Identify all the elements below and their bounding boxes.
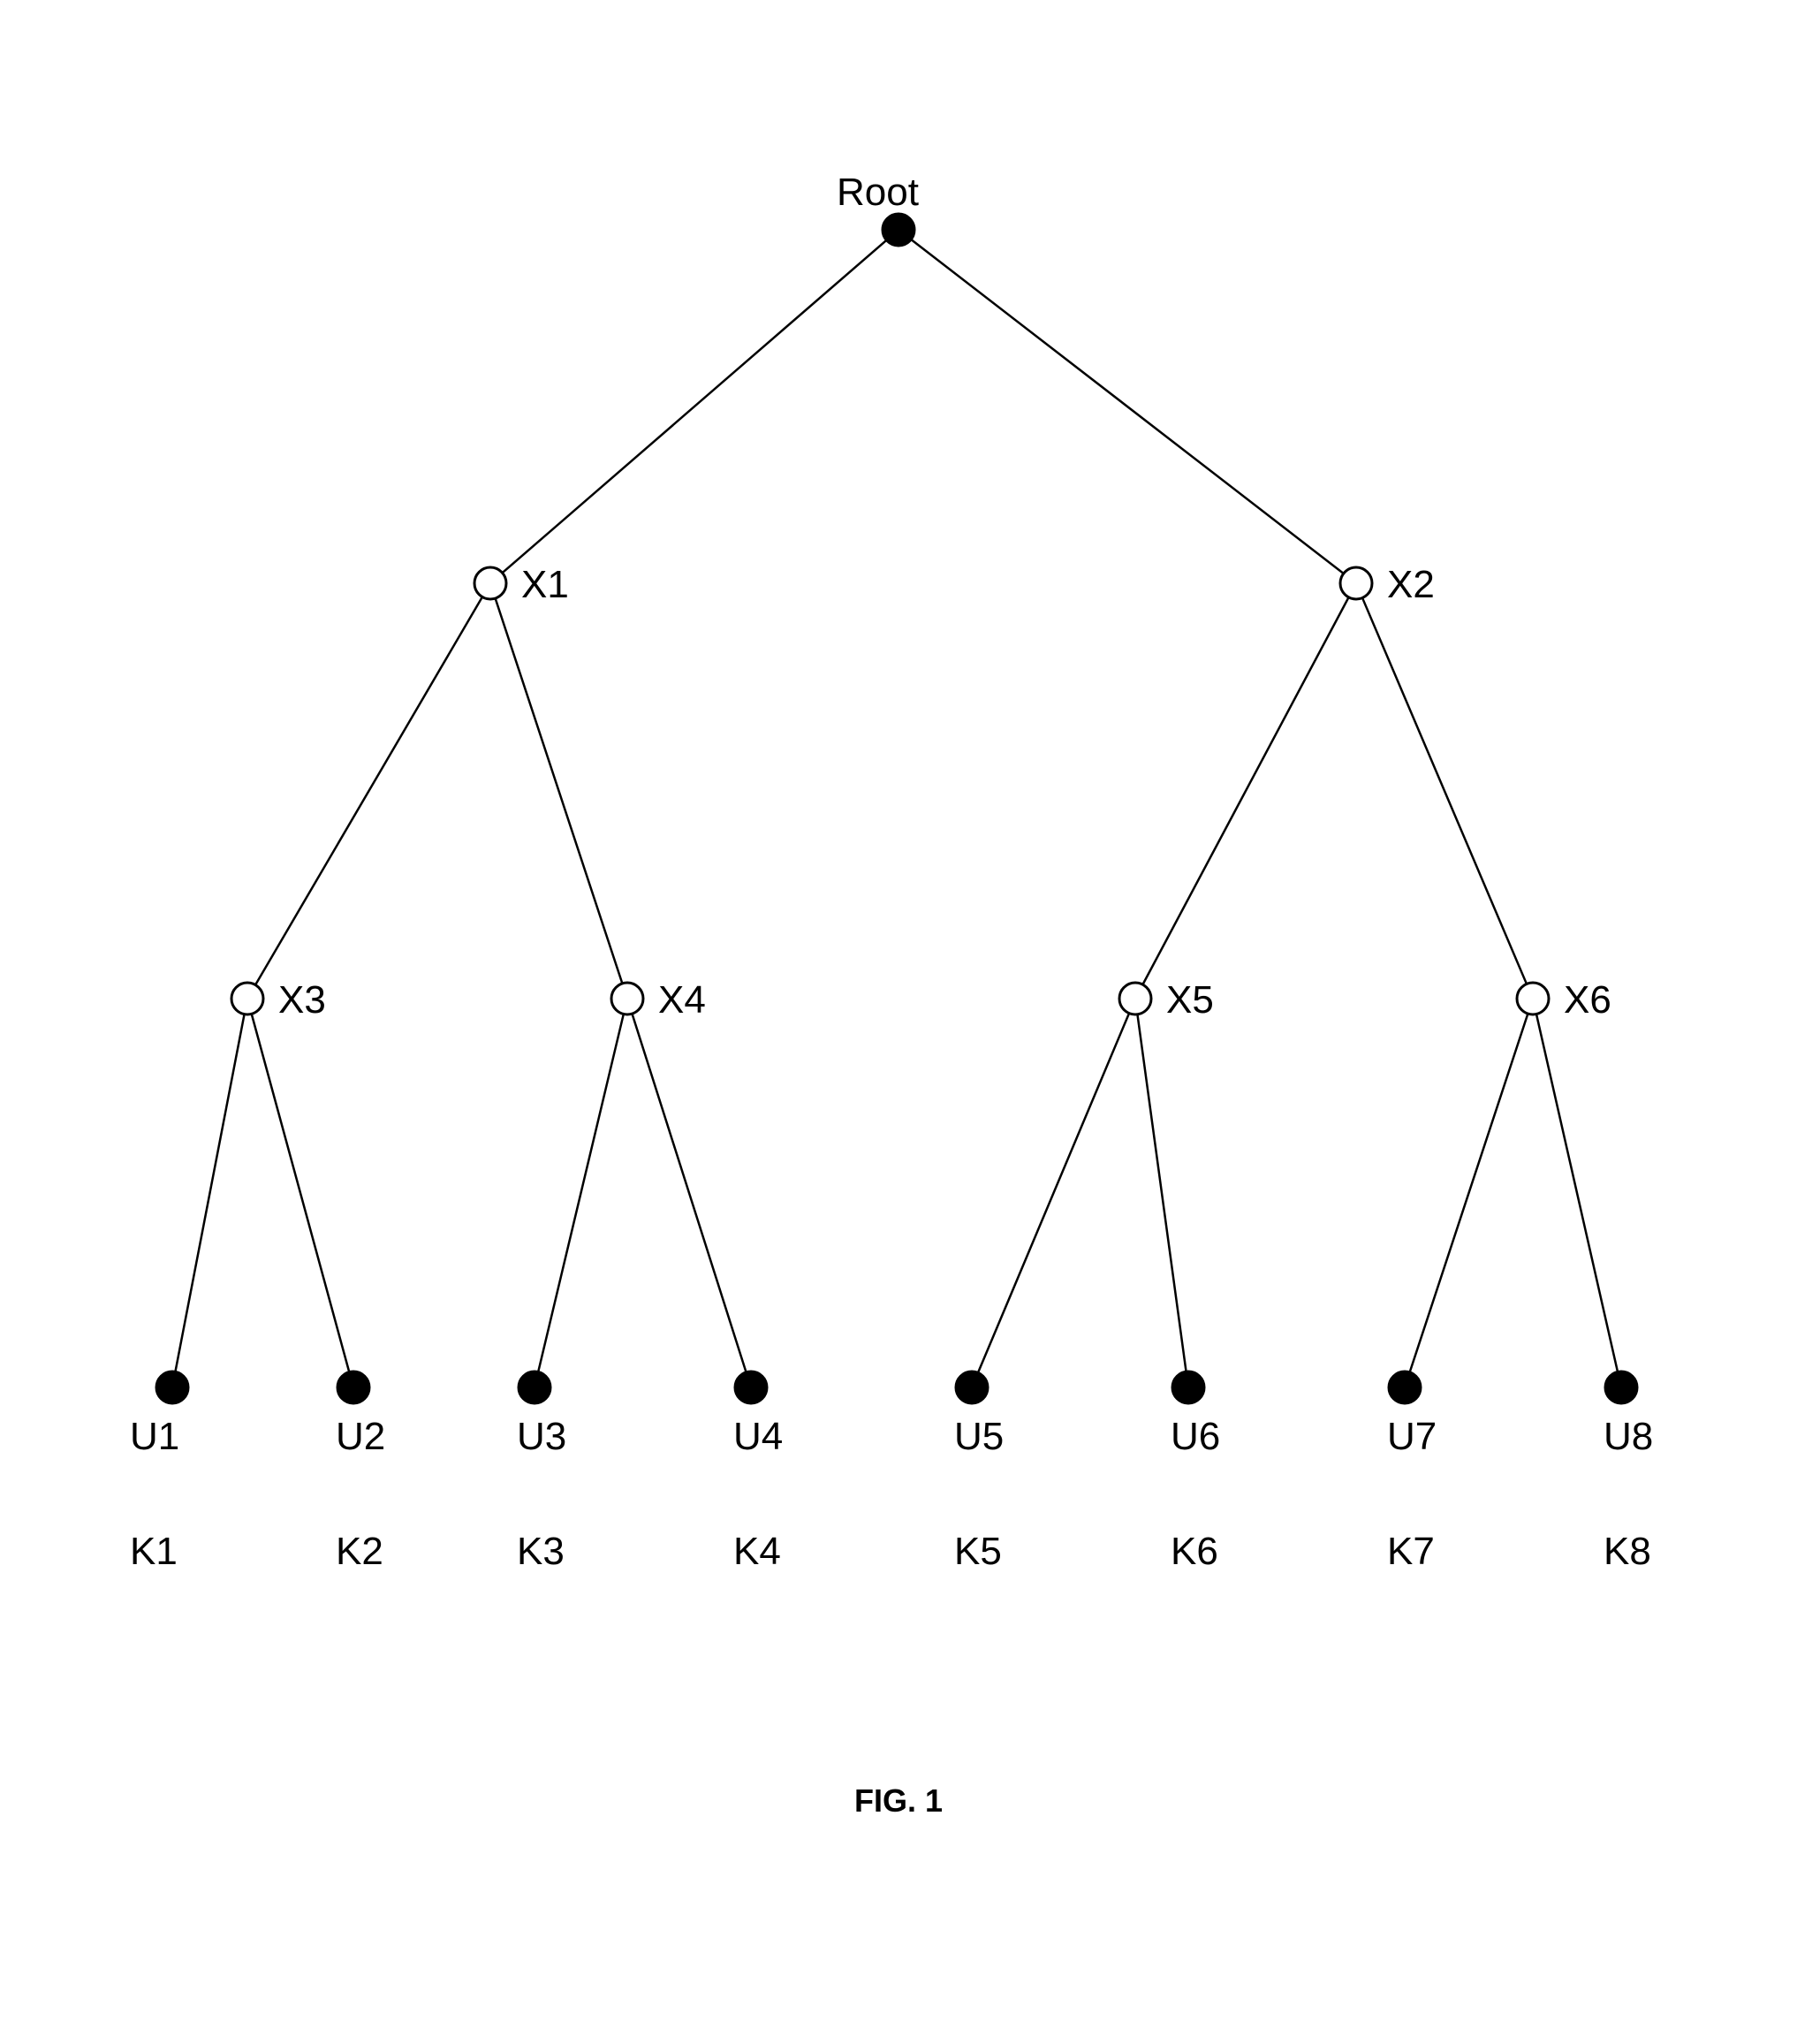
node-u1	[156, 1372, 188, 1403]
label-x1: X1	[521, 563, 569, 606]
edge-x2-x6	[1362, 598, 1527, 984]
node-u2	[337, 1372, 369, 1403]
node-u3	[519, 1372, 550, 1403]
label-u7: U7	[1387, 1415, 1437, 1458]
label-u6: U6	[1171, 1415, 1220, 1458]
label-x4: X4	[658, 978, 706, 1022]
figure-caption: FIG. 1	[854, 1782, 943, 1819]
key-u5: K5	[954, 1530, 1002, 1573]
label-u1: U1	[130, 1415, 179, 1458]
edge-x6-u7	[1410, 1014, 1528, 1372]
node-u5	[956, 1372, 988, 1403]
label-root: Root	[837, 171, 919, 214]
label-u5: U5	[954, 1415, 1004, 1458]
edge-x1-x3	[255, 597, 482, 985]
edge-x5-u5	[978, 1014, 1129, 1373]
edge-root-x1	[503, 240, 887, 573]
key-u8: K8	[1604, 1530, 1651, 1573]
node-x2	[1340, 567, 1372, 599]
node-u4	[735, 1372, 767, 1403]
key-u6: K6	[1171, 1530, 1218, 1573]
label-x5: X5	[1166, 978, 1214, 1022]
node-root	[883, 214, 914, 246]
edge-x3-u1	[175, 1014, 244, 1372]
label-x2: X2	[1387, 563, 1435, 606]
node-u8	[1605, 1372, 1637, 1403]
key-u7: K7	[1387, 1530, 1435, 1573]
node-x3	[231, 983, 263, 1014]
edge-x3-u2	[252, 1014, 350, 1372]
label-u8: U8	[1604, 1415, 1653, 1458]
labels-layer: Root X1 X2 X3 X4 X5 X6 U1 K1 U2 K2 U3 K3 U4 K4 U5 K5 U6 K6…	[130, 171, 1653, 1573]
label-u3: U3	[517, 1415, 566, 1458]
key-u1: K1	[130, 1530, 178, 1573]
key-u3: K3	[517, 1530, 565, 1573]
label-x3: X3	[278, 978, 326, 1022]
node-x6	[1517, 983, 1549, 1014]
key-u2: K2	[336, 1530, 383, 1573]
node-x5	[1119, 983, 1151, 1014]
node-u6	[1172, 1372, 1204, 1403]
label-x6: X6	[1564, 978, 1611, 1022]
node-x1	[474, 567, 506, 599]
label-u4: U4	[733, 1415, 783, 1458]
edge-x6-u8	[1536, 1014, 1618, 1372]
edge-root-x2	[911, 239, 1344, 574]
edges-layer	[175, 239, 1618, 1372]
nodes-layer	[156, 214, 1637, 1403]
edge-x2-x5	[1142, 597, 1348, 984]
key-u4: K4	[733, 1530, 781, 1573]
edge-x4-u4	[632, 1014, 746, 1372]
edge-x1-x4	[496, 598, 623, 984]
edge-x4-u3	[538, 1014, 624, 1372]
label-u2: U2	[336, 1415, 385, 1458]
tree-diagram: Root X1 X2 X3 X4 X5 X6 U1 K1 U2 K2 U3 K3 U4 K4 U5 K5 U6 K6…	[0, 0, 1797, 2044]
node-u7	[1389, 1372, 1421, 1403]
edge-x5-u6	[1137, 1014, 1186, 1372]
node-x4	[611, 983, 643, 1014]
